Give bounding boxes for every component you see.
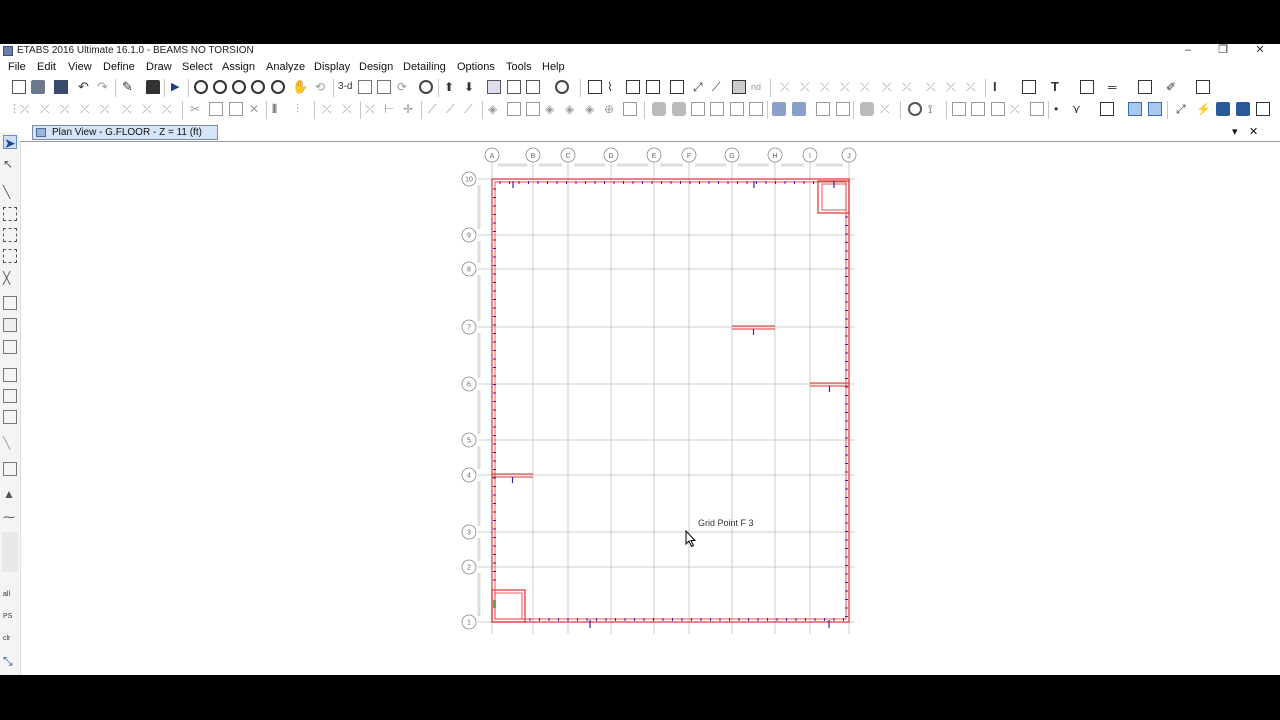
grid-bubble-label: F — [687, 153, 691, 160]
corner-beam-bottom-left-inner — [494, 592, 523, 620]
grid-bubble-label: 7 — [467, 325, 471, 332]
perimeter-beam-outer — [491, 178, 850, 623]
perimeter-beam-inner — [494, 181, 847, 620]
column-marker — [493, 600, 496, 608]
grid-bubble-label: 4 — [467, 473, 471, 480]
grid-bubble-label: D — [608, 153, 613, 160]
plan-view-canvas[interactable]: A B C D E F G H I J 1 2 3 4 5 6 7 8 9 10 — [0, 44, 1280, 675]
grid-bubble-label: B — [531, 153, 536, 160]
mouse-cursor-icon — [685, 530, 697, 548]
grid-bubble-label: A — [490, 153, 495, 160]
grid-bubble-label: 9 — [467, 233, 471, 240]
grid-bubble-label: 1 — [467, 620, 471, 627]
grid-bubble-label: 3 — [467, 530, 471, 537]
grid-point-label: Grid Point F 3 — [698, 518, 754, 528]
corner-beam-bottom-left — [491, 589, 526, 623]
grid-bubble-label: C — [565, 153, 570, 160]
grid-bubble-label: 6 — [467, 382, 471, 389]
grid-bubble-label: H — [772, 153, 777, 160]
grid-bubble-label: E — [652, 153, 657, 160]
grid-bubble-label: J — [847, 153, 851, 160]
grid-bubble-label: I — [809, 153, 811, 160]
grid-bubble-label: 8 — [467, 267, 471, 274]
grid-bubble-label: 5 — [467, 438, 471, 445]
grid-bubble-label: 2 — [467, 565, 471, 572]
grid-bubble-label: G — [729, 153, 734, 160]
grid-bubble-label: 10 — [465, 177, 473, 184]
etabs-window: ETABS 2016 Ultimate 16.1.0 - BEAMS NO TO… — [0, 44, 1280, 675]
